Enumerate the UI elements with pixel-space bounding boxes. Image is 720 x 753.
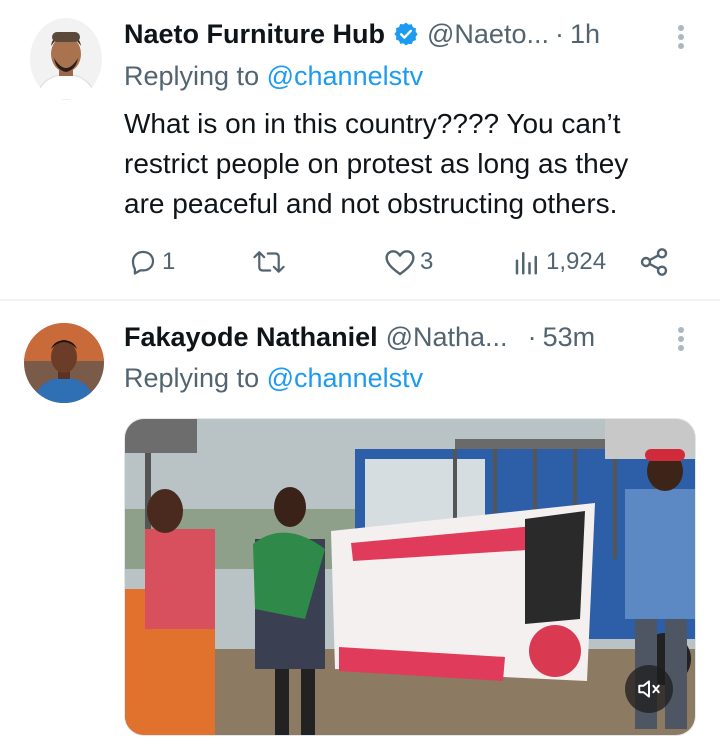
share-button[interactable]: [638, 242, 670, 282]
avatar[interactable]: [24, 323, 104, 403]
timestamp[interactable]: 53m: [543, 322, 596, 353]
tweet-text: What is on in this country???? You can’t…: [124, 104, 704, 224]
tweet-1[interactable]: Naeto Furniture Hub @Naeto... · 1h Reply…: [0, 0, 720, 300]
author-name[interactable]: Naeto Furniture Hub: [124, 19, 385, 50]
more-options-icon[interactable]: [676, 324, 686, 354]
reply-button[interactable]: 1: [128, 242, 175, 282]
author-name[interactable]: Fakayode Nathaniel: [124, 322, 378, 353]
tweet-header: Fakayode Nathaniel @Natha... · 53m: [124, 319, 595, 355]
mention-link[interactable]: @channelstv: [267, 61, 424, 91]
author-handle[interactable]: @Natha...: [386, 322, 508, 353]
replying-to-line: Replying to @channelstv: [124, 363, 423, 394]
reply-icon: [128, 247, 158, 277]
separator-dot: ·: [527, 321, 537, 352]
share-icon: [638, 246, 670, 278]
action-bar: 1 3 1,924: [124, 242, 684, 282]
author-handle[interactable]: @Naeto...: [427, 19, 549, 50]
tweet-text-line: are peaceful and not obstructing others.: [124, 188, 618, 219]
like-button[interactable]: 3: [384, 242, 433, 282]
tweet-text-line: What is on in this country???? You can’t: [124, 108, 621, 139]
separator-dot: ·: [554, 18, 564, 49]
avatar[interactable]: [30, 18, 102, 100]
like-count: 3: [420, 248, 434, 275]
tweet-text-line: restrict people on protest as long as th…: [124, 148, 629, 179]
retweet-button[interactable]: [252, 242, 290, 282]
views-chart-icon: [512, 247, 542, 277]
heart-icon: [384, 247, 416, 277]
reply-count: 1: [162, 248, 176, 275]
speaker-muted-icon[interactable]: [625, 665, 673, 713]
replying-to-label: Replying to: [124, 61, 260, 91]
view-count: 1,924: [546, 248, 607, 275]
mention-link[interactable]: @channelstv: [267, 363, 424, 393]
replying-to-line: Replying to @channelstv: [124, 61, 423, 92]
tweet-header: Naeto Furniture Hub @Naeto... · 1h: [124, 16, 600, 52]
timestamp[interactable]: 1h: [570, 19, 600, 50]
views-button[interactable]: 1,924: [512, 242, 606, 282]
verified-badge-icon: [393, 21, 419, 47]
retweet-icon: [252, 247, 286, 277]
video-media[interactable]: [124, 418, 696, 736]
more-options-icon[interactable]: [676, 22, 686, 52]
replying-to-label: Replying to: [124, 363, 260, 393]
